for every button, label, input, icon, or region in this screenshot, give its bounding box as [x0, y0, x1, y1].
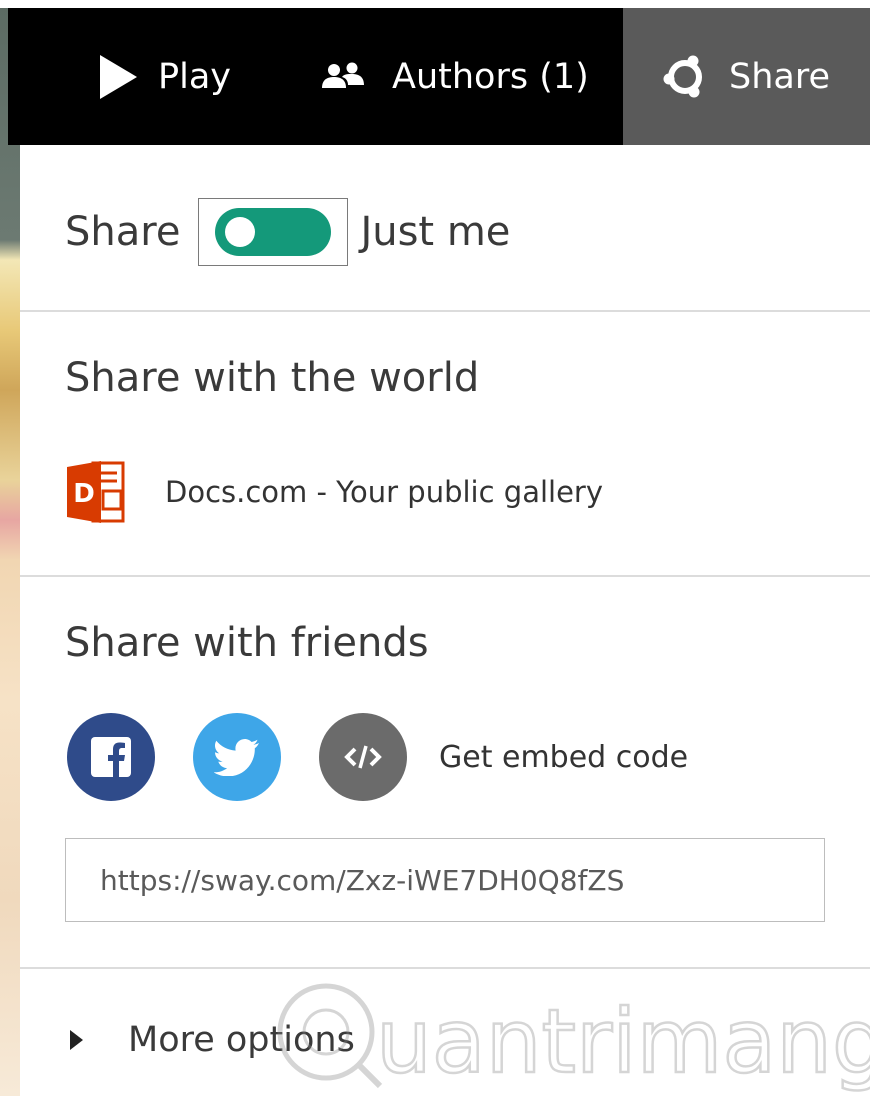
divider: [20, 310, 870, 312]
svg-text:D: D: [73, 479, 95, 509]
twitter-button[interactable]: [193, 713, 281, 801]
sway-share-screen: Play Authors (1) Share Share Just me Sha…: [0, 0, 870, 1096]
share-world-title: Share with the world: [65, 355, 480, 401]
share-setting-row: Share Just me: [65, 197, 510, 267]
caret-right-icon: [70, 1030, 83, 1050]
people-icon: [322, 62, 364, 88]
more-options-label: More options: [128, 1020, 355, 1060]
authors-label: Authors (1): [392, 56, 589, 97]
facebook-button[interactable]: [67, 713, 155, 801]
docs-com-label: Docs.com - Your public gallery: [165, 475, 604, 509]
divider: [20, 967, 870, 969]
toggle-knob: [225, 217, 256, 247]
facebook-icon: [91, 737, 131, 777]
docs-com-link[interactable]: D Docs.com - Your public gallery: [65, 457, 603, 527]
play-icon: [100, 54, 137, 99]
top-margin: [0, 0, 870, 8]
divider: [20, 575, 870, 577]
share-button[interactable]: Share: [623, 8, 870, 145]
more-options-toggle[interactable]: More options: [68, 1005, 355, 1075]
share-toggle[interactable]: [198, 198, 349, 266]
social-share-row: Get embed code: [67, 713, 688, 801]
play-button[interactable]: Play: [98, 8, 231, 145]
docs-com-icon: D: [67, 461, 125, 523]
top-toolbar: Play Authors (1) Share: [8, 8, 870, 145]
share-label: Share: [729, 56, 831, 97]
share-panel: Share Just me Share with the world D Doc…: [20, 145, 870, 1096]
toggle-track: [215, 208, 332, 256]
share-setting-value: Just me: [360, 209, 511, 255]
authors-button[interactable]: Authors (1): [320, 8, 589, 145]
embed-code-label[interactable]: Get embed code: [439, 740, 688, 775]
share-setting-label: Share: [65, 209, 181, 255]
share-icon: [663, 55, 702, 97]
embed-code-button[interactable]: [319, 713, 407, 801]
twitter-icon: [214, 739, 259, 776]
embed-code-icon: [344, 745, 382, 769]
share-friends-title: Share with friends: [65, 620, 429, 666]
background-page-strip: [0, 0, 20, 1096]
play-label: Play: [158, 56, 231, 97]
share-url-field[interactable]: https://sway.com/Zxz-iWE7DH0Q8fZS: [65, 838, 825, 922]
